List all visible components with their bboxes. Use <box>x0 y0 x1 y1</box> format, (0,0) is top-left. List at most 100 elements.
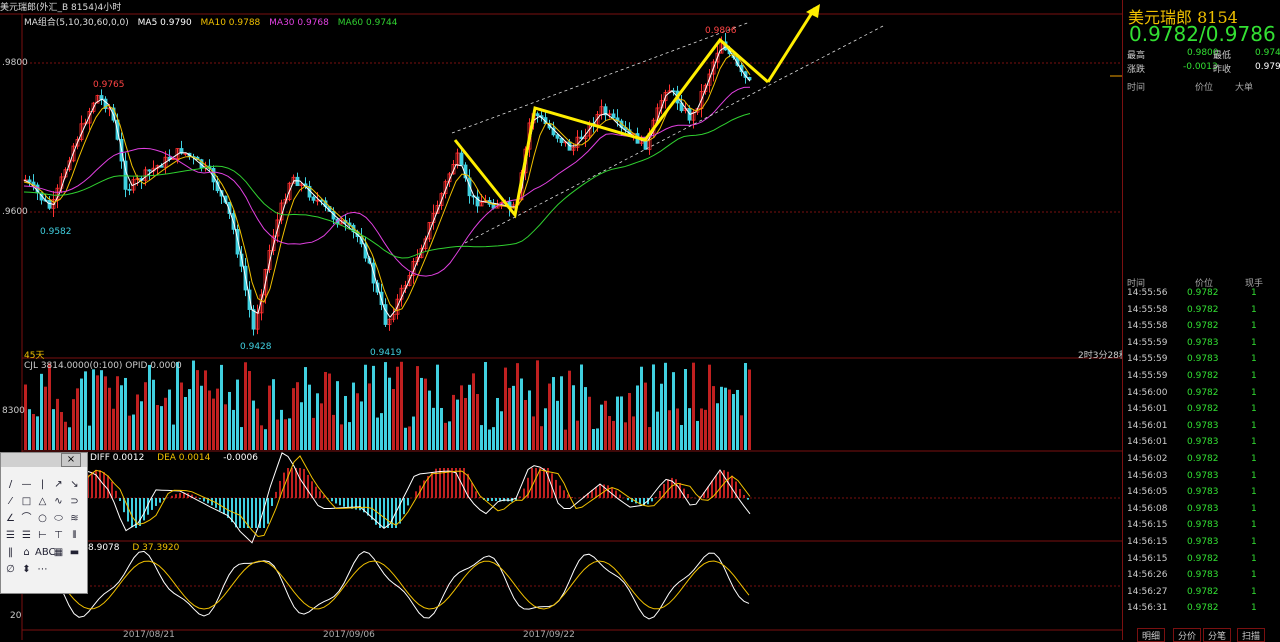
drawing-tool[interactable]: ▬ <box>67 545 82 560</box>
toolbox-close-button[interactable]: × <box>61 453 81 467</box>
volume-bar <box>548 383 551 450</box>
candle-body <box>99 95 104 100</box>
volume-bar <box>280 409 283 450</box>
drawing-tool[interactable]: ☰ <box>19 528 34 543</box>
candle-body <box>147 169 152 172</box>
drawing-tool[interactable]: ⁄ <box>3 494 18 509</box>
tick-time: 14:55:56 <box>1127 288 1168 298</box>
tick-price: 0.9783 <box>1187 503 1219 514</box>
drawing-tool[interactable]: ⋯ <box>35 562 50 577</box>
tick-row: 14:56:15 0.9783 1 <box>1127 520 1277 536</box>
volume-bar <box>84 371 87 450</box>
drawing-tool[interactable]: ↘ <box>67 477 82 492</box>
volume-bar <box>176 362 179 450</box>
ma30-line <box>23 86 751 277</box>
volume-bar <box>212 398 215 450</box>
quote-row-2: 涨跌 -0.0013 昨收 0.979 <box>1127 62 1280 75</box>
volume-bar <box>340 424 343 450</box>
volume-bar <box>216 388 219 450</box>
volume-bar <box>544 408 547 450</box>
drawing-tool[interactable]: ▦ <box>51 545 66 560</box>
drawing-tool[interactable]: △ <box>35 494 50 509</box>
volume-bar <box>328 373 331 450</box>
drawing-tool[interactable]: ⬍ <box>19 562 34 577</box>
volume-bar <box>508 387 511 450</box>
tick-row: 14:56:27 0.9782 1 <box>1127 587 1277 603</box>
volume-bar <box>740 415 743 450</box>
drawing-tool[interactable]: ☰ <box>3 528 18 543</box>
drawing-tool[interactable]: ≋ <box>67 511 82 526</box>
drawing-tool[interactable]: ⦀ <box>67 528 82 543</box>
days-label: 45天 <box>24 351 45 361</box>
tick-row: 14:55:56 0.9782 1 <box>1127 288 1277 304</box>
volume-bar <box>420 377 423 450</box>
drawing-tool[interactable]: ⊢ <box>35 528 50 543</box>
volume-bar <box>360 401 363 450</box>
tick-list[interactable]: 14:55:56 0.9782 1 14:55:58 0.9782 1 14:55:58 0.… <box>1123 288 1279 620</box>
volume-bar <box>156 405 159 450</box>
drawing-tool[interactable]: ⬭ <box>51 511 66 526</box>
volume-bar <box>200 385 203 450</box>
drawing-tool[interactable]: ↗ <box>51 477 66 492</box>
drawing-tool[interactable]: ∿ <box>51 494 66 509</box>
volume-bar <box>108 387 111 450</box>
tick-time: 14:55:58 <box>1127 304 1168 315</box>
volume-bar <box>344 395 347 450</box>
tick-price: 0.9782 <box>1187 321 1219 332</box>
drawing-tool[interactable]: — <box>19 477 34 492</box>
drawing-tool[interactable]: ‖ <box>3 545 18 560</box>
drawing-tool[interactable]: / <box>3 477 18 492</box>
tick-size: 1 <box>1251 304 1257 315</box>
volume-bar <box>748 369 751 450</box>
volume-bar <box>224 404 227 450</box>
volume-bar <box>520 378 523 450</box>
drawing-tool[interactable]: ∅ <box>3 562 18 577</box>
volume-bar <box>620 396 623 450</box>
volume-bar <box>524 400 527 450</box>
tick-row: 14:56:02 0.9782 1 <box>1127 454 1277 470</box>
drawing-tool[interactable]: ⌒ <box>19 511 34 526</box>
volume-bar <box>428 390 431 450</box>
candle-body <box>251 309 256 330</box>
candle-body <box>459 152 464 166</box>
drawing-tool[interactable]: ○ <box>35 511 50 526</box>
volume-bar <box>320 403 323 450</box>
tick-time: 14:56:08 <box>1127 503 1168 514</box>
drawing-tool[interactable]: ⌂ <box>19 545 34 560</box>
kdj-d: D 37.3920 <box>132 543 180 553</box>
volume-bar <box>104 376 107 450</box>
volume-bar <box>616 396 619 450</box>
volume-bar <box>388 377 391 450</box>
drawing-tool[interactable]: ⊤ <box>51 528 66 543</box>
ma-legend: MA组合(5,10,30,60,0,0) MA5 0.9790 MA10 0.9… <box>24 15 404 28</box>
price-label-upper: .9800 <box>2 58 28 68</box>
high-label: 最高 <box>1127 51 1146 61</box>
toolbox-grid: / — | ↗ ↘ ⁄ □ △ ∿ ⊃ ∠ ⌒ ○ ⬭ ≋ ☰ ☰ ⊢ ⊤ ⦀ ‖ ⌂ ABC ▦ ▬ ∅ ⬍ ⋯ <box>3 477 87 589</box>
volume-bar <box>184 397 187 450</box>
tick-size: 1 <box>1251 520 1257 531</box>
tick-size: 1 <box>1251 288 1257 298</box>
tick-price: 0.9783 <box>1187 420 1219 431</box>
tick-row: 14:56:05 0.9783 1 <box>1127 487 1277 503</box>
annot-high2: 0.9806 <box>705 26 737 36</box>
tick-size: 1 <box>1251 537 1257 547</box>
volume-bar <box>284 419 287 450</box>
drawing-tool[interactable]: □ <box>19 494 34 509</box>
volume-bar <box>396 366 399 450</box>
window-title: 美元瑞郎(外汇_B 8154)4小时 <box>0 3 122 13</box>
volume-bar <box>312 417 315 450</box>
volume-bar <box>528 390 531 450</box>
tick-price: 0.9782 <box>1187 288 1219 298</box>
tick-size: 1 <box>1251 437 1257 448</box>
volume-bar <box>404 427 407 450</box>
drawing-tool[interactable]: ∠ <box>3 511 18 526</box>
volume-bar <box>436 364 439 450</box>
volume-bar <box>384 362 387 450</box>
drawing-tool[interactable]: ABC <box>35 545 56 560</box>
tick-size: 1 <box>1251 354 1257 365</box>
volume-bar <box>556 400 559 450</box>
drawing-tool[interactable]: | <box>35 477 50 492</box>
volume-bar <box>596 428 599 450</box>
tick-size: 1 <box>1251 454 1257 464</box>
drawing-tool[interactable]: ⊃ <box>67 494 82 509</box>
